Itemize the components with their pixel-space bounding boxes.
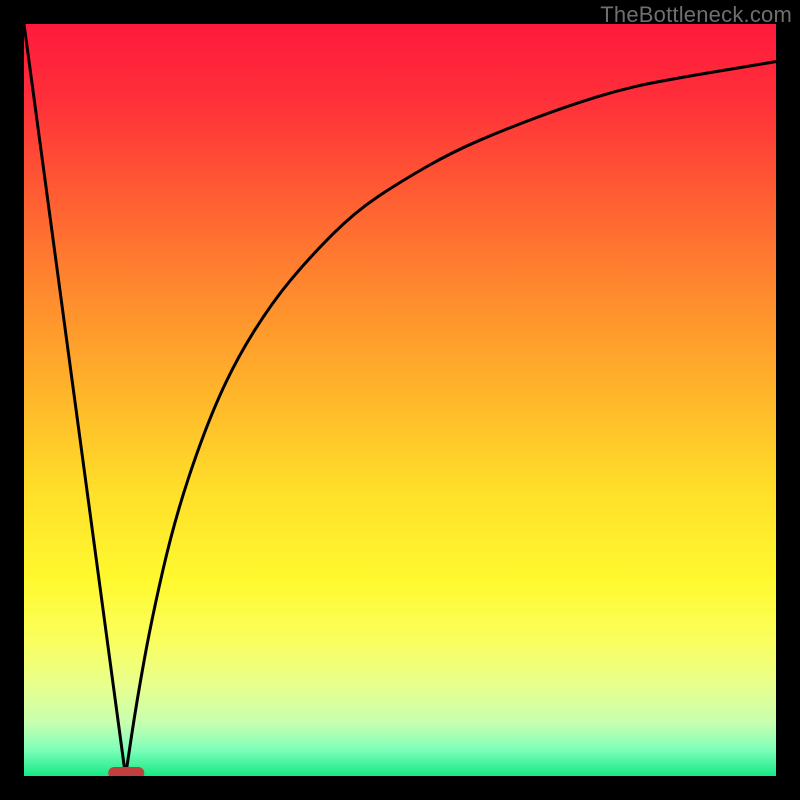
optimal-range-marker bbox=[108, 767, 144, 776]
notch-marker bbox=[108, 767, 144, 776]
chart-svg bbox=[24, 24, 776, 776]
gradient-background bbox=[24, 24, 776, 776]
chart-frame: TheBottleneck.com bbox=[0, 0, 800, 800]
plot-area bbox=[24, 24, 776, 776]
